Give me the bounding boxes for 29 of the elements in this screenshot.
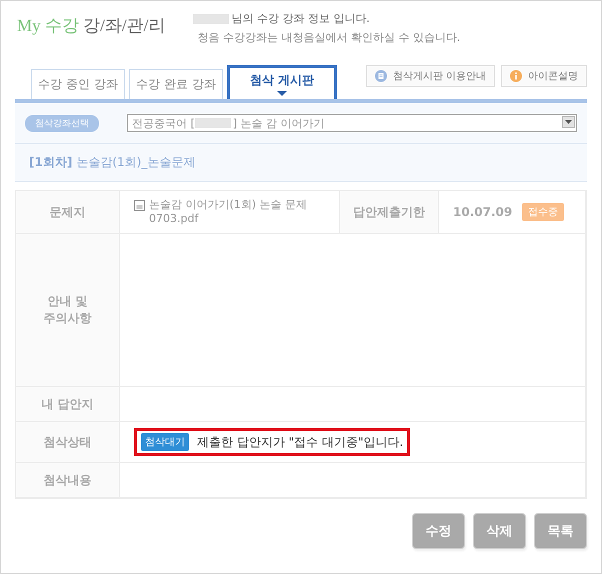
icon-legend-button[interactable]: 아이콘설명 bbox=[501, 65, 587, 87]
status-badge: 접수중 bbox=[522, 203, 564, 221]
tab[interactable]: 수강 완료 강좌 bbox=[129, 69, 223, 99]
tab[interactable]: 첨삭 게시판 bbox=[227, 65, 337, 99]
notice-text: 청음 수강강좌는 내청음실에서 확인하실 수 있습니다. bbox=[196, 30, 460, 45]
info-icon bbox=[510, 70, 522, 82]
blurred-name bbox=[193, 14, 230, 24]
row-header: 답안제출기한 bbox=[340, 191, 439, 234]
session-title: [1회차] 논술감(1회)_논술문제 bbox=[15, 144, 587, 182]
row-header: 문제지 bbox=[16, 191, 120, 234]
deadline-date: 10.07.09 bbox=[453, 205, 512, 219]
row-header: 첨삭내용 bbox=[16, 463, 120, 498]
list-icon bbox=[374, 70, 387, 82]
row-header: 내 답안지 bbox=[16, 387, 120, 422]
row-header: 안내 및 주의사항 bbox=[16, 234, 120, 387]
greeting-text: 님의 수강 강좌 정보 입니다. bbox=[231, 11, 370, 26]
select-label: 첨삭강좌선택 bbox=[25, 114, 99, 132]
page-title: My 수강 강/좌/관/리 bbox=[17, 15, 166, 37]
tab[interactable]: 수강 중인 강좌 bbox=[31, 69, 125, 99]
action-button[interactable]: 목록 bbox=[534, 513, 587, 549]
course-dropdown[interactable]: 전공중국어 [ ] 논술 감 이어가기 bbox=[127, 114, 577, 132]
row-header: 첨삭상태 bbox=[16, 422, 120, 463]
action-button[interactable]: 삭제 bbox=[473, 513, 526, 549]
status-badge: 첨삭대기 bbox=[141, 433, 189, 451]
guide-button[interactable]: 첨삭게시판 이용안내 bbox=[366, 65, 495, 87]
file-icon bbox=[134, 200, 145, 211]
status-text: 제출한 답안지가 "접수 대기중"입니다. bbox=[197, 434, 404, 450]
file-link[interactable]: 논술감 이어가기(1회) 논술 문제 0703.pdf bbox=[134, 198, 339, 226]
action-button[interactable]: 수정 bbox=[412, 513, 465, 549]
